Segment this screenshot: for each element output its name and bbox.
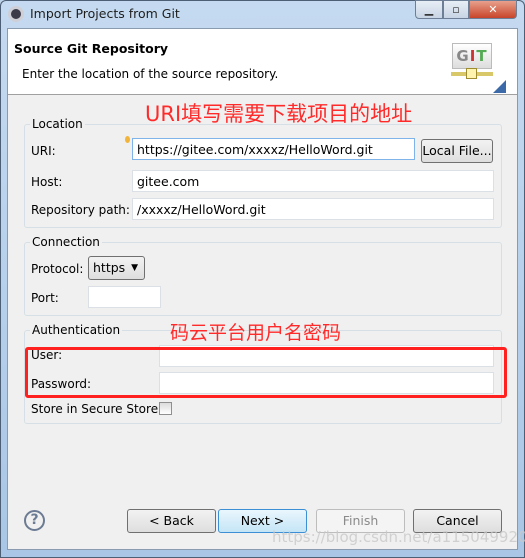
- repository-path-input[interactable]: /xxxxz/HelloWord.git: [132, 198, 494, 220]
- protocol-select[interactable]: https ▼: [88, 256, 145, 280]
- annotation-highlight-box: [25, 347, 507, 398]
- authentication-legend: Authentication: [30, 323, 123, 337]
- protocol-label: Protocol:: [31, 262, 84, 276]
- local-file-button[interactable]: Local File...: [421, 139, 493, 163]
- git-logo-node: [466, 68, 477, 79]
- page-description: Enter the location of the source reposit…: [22, 67, 279, 81]
- window-title: Import Projects from Git: [30, 6, 180, 21]
- app-gear-icon: [8, 6, 24, 22]
- port-label: Port:: [31, 291, 59, 305]
- watermark: https://blog.csdn.net/a1150499208: [272, 528, 525, 546]
- maximize-button[interactable]: ▫: [443, 0, 469, 19]
- store-secure-checkbox[interactable]: [159, 402, 172, 415]
- content-assist-bulb-icon: [125, 136, 130, 143]
- uri-label: URI:: [31, 144, 56, 158]
- page-title: Source Git Repository: [14, 41, 169, 56]
- store-secure-label: Store in Secure Store: [31, 402, 159, 416]
- corner-triangle-icon: [493, 80, 506, 93]
- port-input[interactable]: [88, 286, 161, 308]
- host-label: Host:: [31, 175, 63, 189]
- help-icon[interactable]: ?: [24, 510, 45, 531]
- minimize-button[interactable]: ▁: [415, 0, 443, 19]
- back-button[interactable]: < Back: [127, 509, 216, 533]
- git-logo: GIT: [452, 43, 492, 69]
- protocol-value: https: [93, 260, 126, 275]
- location-legend: Location: [30, 117, 85, 131]
- auth-annotation: 码云平台用户名密码: [170, 322, 342, 344]
- close-button[interactable]: ✕: [469, 0, 517, 19]
- connection-legend: Connection: [30, 235, 102, 249]
- wizard-header: [8, 29, 517, 95]
- chevron-down-icon: ▼: [131, 263, 138, 273]
- uri-annotation: URI填写需要下载项目的地址: [145, 102, 413, 126]
- uri-input[interactable]: https://gitee.com/xxxxz/HelloWord.git: [132, 138, 415, 160]
- repository-path-label: Repository path:: [31, 203, 130, 217]
- host-input[interactable]: gitee.com: [132, 170, 494, 192]
